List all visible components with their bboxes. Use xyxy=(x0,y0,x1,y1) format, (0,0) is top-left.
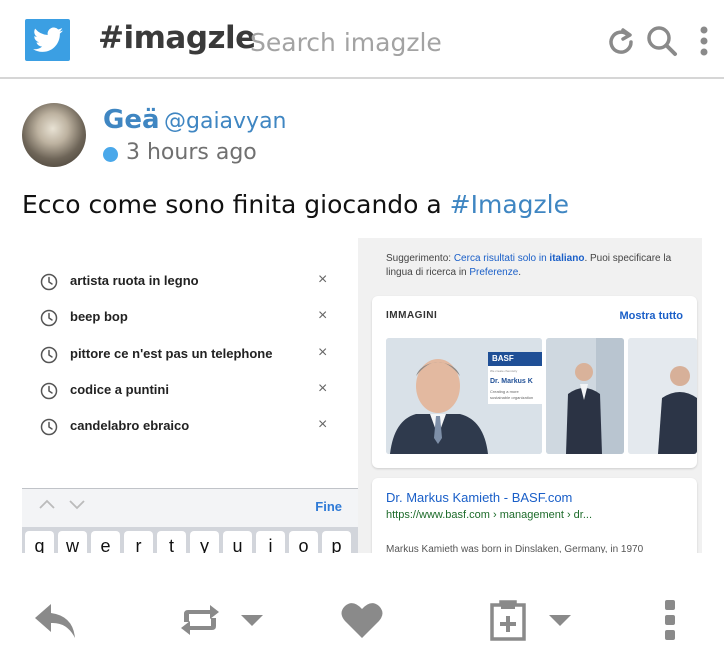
history-clock-icon xyxy=(40,273,58,291)
keyboard-key: q xyxy=(25,531,54,553)
keyboard-key: p xyxy=(322,531,351,553)
hint-prefix: Suggerimento: xyxy=(386,253,454,264)
app-brand[interactable]: #imagzle xyxy=(98,20,256,56)
image-thumbnail: BASF We create chemistry Dr. Markus K Cr… xyxy=(386,338,542,454)
show-all-link: Mostra tutto xyxy=(619,310,683,322)
search-results-pane: Suggerimento: Cerca risultati solo in it… xyxy=(358,238,702,553)
images-card-title: IMMAGINI xyxy=(386,310,438,321)
retweet-menu-chevron-icon[interactable] xyxy=(236,590,268,650)
more-vertical-icon[interactable] xyxy=(694,24,714,58)
suggestion-text: candelabro ebraico xyxy=(70,418,190,433)
keyboard-toolbar: Fine xyxy=(22,489,358,527)
keyboard-done-label: Fine xyxy=(315,499,342,514)
image-thumbnail xyxy=(546,338,624,454)
post-hashtag[interactable]: #Imagzle xyxy=(450,190,569,219)
suggestion-text: artista ruota in legno xyxy=(70,273,199,288)
post-timestamp[interactable]: 3 hours ago xyxy=(126,140,257,165)
keyboard-key: i xyxy=(256,531,285,553)
keyboard-key: o xyxy=(289,531,318,553)
badge-tagline: We create chemistry xyxy=(490,369,518,373)
keyboard-key: w xyxy=(58,531,87,553)
search-hint: Suggerimento: Cerca risultati solo in it… xyxy=(386,252,696,280)
keyboard-key: e xyxy=(91,531,120,553)
search-input[interactable] xyxy=(250,24,580,60)
chevron-up-icon xyxy=(38,495,56,514)
remove-icon: × xyxy=(318,307,328,324)
search-suggestions-pane: artista ruota in legno × beep bop × pitt… xyxy=(22,238,358,553)
avatar[interactable] xyxy=(22,103,86,167)
hint-end: . xyxy=(518,267,522,278)
badge-caption: Creating a more sustainable organization xyxy=(490,389,534,400)
more-vertical-icon[interactable] xyxy=(658,590,682,650)
hint-link-prefs: Preferenze xyxy=(469,267,519,278)
history-clock-icon xyxy=(40,418,58,436)
post-action-bar xyxy=(0,590,724,652)
clipboard-menu-chevron-icon[interactable] xyxy=(544,590,576,650)
like-heart-icon[interactable] xyxy=(338,590,386,650)
suggestion-text: beep bop xyxy=(70,309,128,324)
hint-link-bold: italiano xyxy=(549,253,585,264)
suggestion-text: codice a puntini xyxy=(70,382,169,397)
keyboard-key: u xyxy=(223,531,252,553)
keyboard-key: t xyxy=(157,531,186,553)
refresh-icon[interactable] xyxy=(604,24,638,58)
history-clock-icon xyxy=(40,382,58,400)
author-name[interactable]: Geä xyxy=(103,105,160,135)
keyboard-key: r xyxy=(124,531,153,553)
hint-link: Cerca risultati solo in xyxy=(453,253,550,264)
suggestion-text: pittore ce n'est pas un telephone xyxy=(70,346,273,361)
chevron-down-icon xyxy=(68,495,86,514)
list-item: codice a puntini × xyxy=(22,376,358,406)
list-item: artista ruota in legno × xyxy=(22,267,358,297)
result-snippet: Markus Kamieth was born in Dinslaken, Ge… xyxy=(386,544,644,553)
list-item: candelabro ebraico × xyxy=(22,412,358,442)
remove-icon: × xyxy=(318,344,328,361)
twitter-bird-icon[interactable] xyxy=(25,19,70,61)
status-dot xyxy=(103,147,118,162)
search-icon[interactable] xyxy=(645,24,679,58)
search-result-card: Dr. Markus Kamieth - BASF.com https://ww… xyxy=(372,478,697,553)
list-item: pittore ce n'est pas un telephone × xyxy=(22,340,358,370)
post-text: Ecco come sono finita giocando a #Imagzl… xyxy=(22,190,569,219)
keyboard-key: y xyxy=(190,531,219,553)
images-card: IMMAGINI Mostra tutto BASF We create che… xyxy=(372,296,697,468)
list-item: beep bop × xyxy=(22,303,358,333)
remove-icon: × xyxy=(318,380,328,397)
keyboard: Fine q w e r t y u i o p xyxy=(22,488,358,553)
badge-brand: BASF xyxy=(492,354,514,363)
remove-icon: × xyxy=(318,271,328,288)
author-handle[interactable]: @gaiavyan xyxy=(164,109,287,134)
add-to-clipboard-icon[interactable] xyxy=(486,590,530,650)
retweet-icon[interactable] xyxy=(176,590,224,650)
badge-name: Dr. Markus K xyxy=(490,378,533,385)
app-header: #imagzle xyxy=(0,0,724,79)
post-body: Ecco come sono finita giocando a xyxy=(22,190,450,219)
remove-icon: × xyxy=(318,416,328,433)
result-title: Dr. Markus Kamieth - BASF.com xyxy=(386,490,573,505)
history-clock-icon xyxy=(40,346,58,364)
post-image[interactable]: artista ruota in legno × beep bop × pitt… xyxy=(22,238,702,553)
image-thumbnail xyxy=(628,338,697,454)
reply-icon[interactable] xyxy=(30,590,80,650)
result-url: https://www.basf.com › management › dr..… xyxy=(386,509,593,521)
history-clock-icon xyxy=(40,309,58,327)
